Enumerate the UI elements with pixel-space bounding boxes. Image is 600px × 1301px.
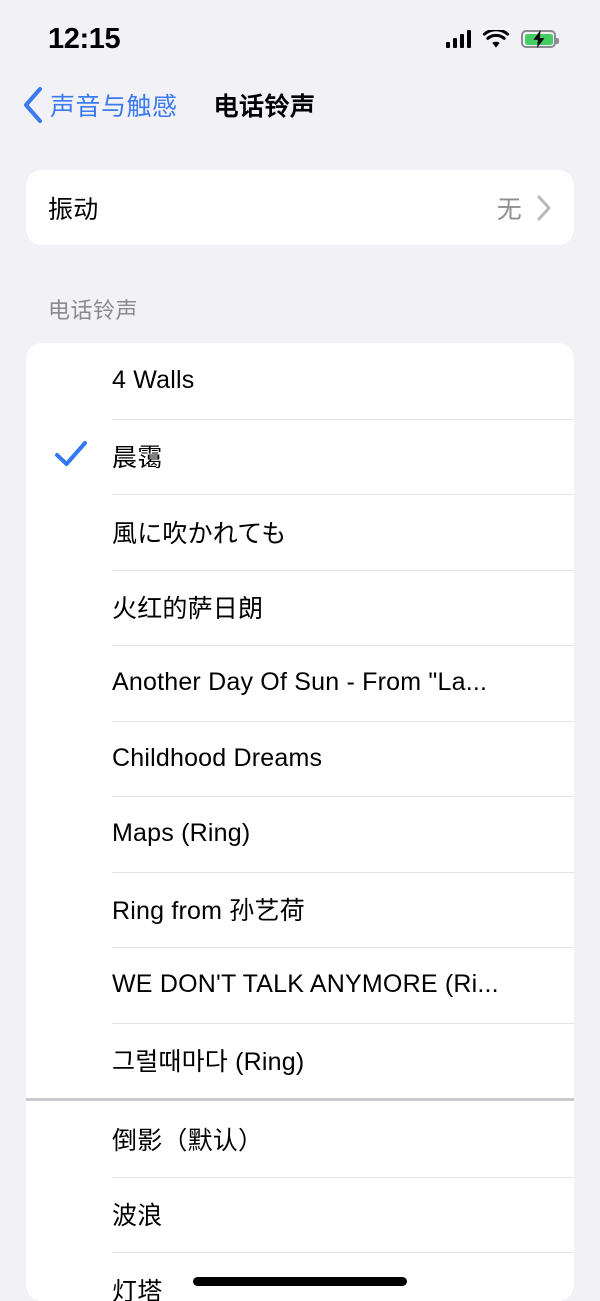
ringtone-label: 風に吹かれても <box>112 514 554 550</box>
wifi-icon <box>483 30 509 49</box>
ringtones-list: 4 Walls 晨霭 風に吹かれても 火红的萨日朗 <box>26 343 574 1301</box>
status-time: 12:15 <box>48 23 120 56</box>
list-item[interactable]: Ring from 孙艺荷 <box>26 872 574 948</box>
chevron-left-icon <box>22 86 50 124</box>
ringtone-label: 그럴때마다 (Ring) <box>112 1042 554 1078</box>
list-item[interactable]: 그럴때마다 (Ring) <box>26 1023 574 1099</box>
chevron-right-icon <box>522 194 552 222</box>
ringtones-section-header: 电话铃声 <box>0 293 600 325</box>
checkmark-icon <box>54 440 88 473</box>
ringtone-label: WE DON'T TALK ANYMORE (Ri... <box>112 970 554 999</box>
home-indicator-bar[interactable] <box>193 1277 407 1286</box>
list-item[interactable]: Maps (Ring) <box>26 796 574 872</box>
system-ringtones-group: 倒影（默认） 波浪 灯塔 <box>26 1101 574 1301</box>
status-icons <box>446 30 557 49</box>
page-title: 电话铃声 <box>214 87 316 123</box>
list-item[interactable]: Another Day Of Sun - From "La... <box>26 645 574 721</box>
list-item[interactable]: Childhood Dreams <box>26 721 574 797</box>
ringtone-label: 4 Walls <box>112 366 554 395</box>
status-bar: 12:15 <box>0 0 600 72</box>
back-button[interactable]: 声音与触感 <box>16 82 184 128</box>
vibration-value: 无 <box>497 190 522 226</box>
vibration-row[interactable]: 振动 无 <box>26 170 574 245</box>
battery-charging-icon <box>521 30 556 48</box>
list-item[interactable]: 波浪 <box>26 1177 574 1253</box>
ringtone-label: Maps (Ring) <box>112 819 554 848</box>
list-item[interactable]: 火红的萨日朗 <box>26 570 574 646</box>
list-item[interactable]: 4 Walls <box>26 343 574 419</box>
ringtone-label: 晨霭 <box>112 438 554 474</box>
ringtone-label: 火红的萨日朗 <box>112 589 554 625</box>
ringtone-label: 倒影（默认） <box>112 1121 554 1157</box>
ringtone-label: 波浪 <box>112 1196 554 1232</box>
list-item[interactable]: 風に吹かれても <box>26 494 574 570</box>
ringtone-label: Ring from 孙艺荷 <box>112 891 554 927</box>
list-item[interactable]: 倒影（默认） <box>26 1101 574 1177</box>
list-item[interactable]: WE DON'T TALK ANYMORE (Ri... <box>26 947 574 1023</box>
ringtones-card: 4 Walls 晨霭 風に吹かれても 火红的萨日朗 <box>26 343 574 1301</box>
custom-ringtones-group: 4 Walls 晨霭 風に吹かれても 火红的萨日朗 <box>26 343 574 1098</box>
back-button-label: 声音与触感 <box>50 87 178 123</box>
signal-bars-icon <box>446 30 472 48</box>
vibration-card: 振动 无 <box>26 170 574 245</box>
ringtone-label: Childhood Dreams <box>112 744 554 773</box>
navigation-bar: 声音与触感 电话铃声 <box>0 72 600 138</box>
vibration-label: 振动 <box>48 190 99 226</box>
ringtone-label: Another Day Of Sun - From "La... <box>112 668 554 697</box>
checkmark-slot <box>26 440 112 473</box>
list-item[interactable]: 晨霭 <box>26 419 574 495</box>
